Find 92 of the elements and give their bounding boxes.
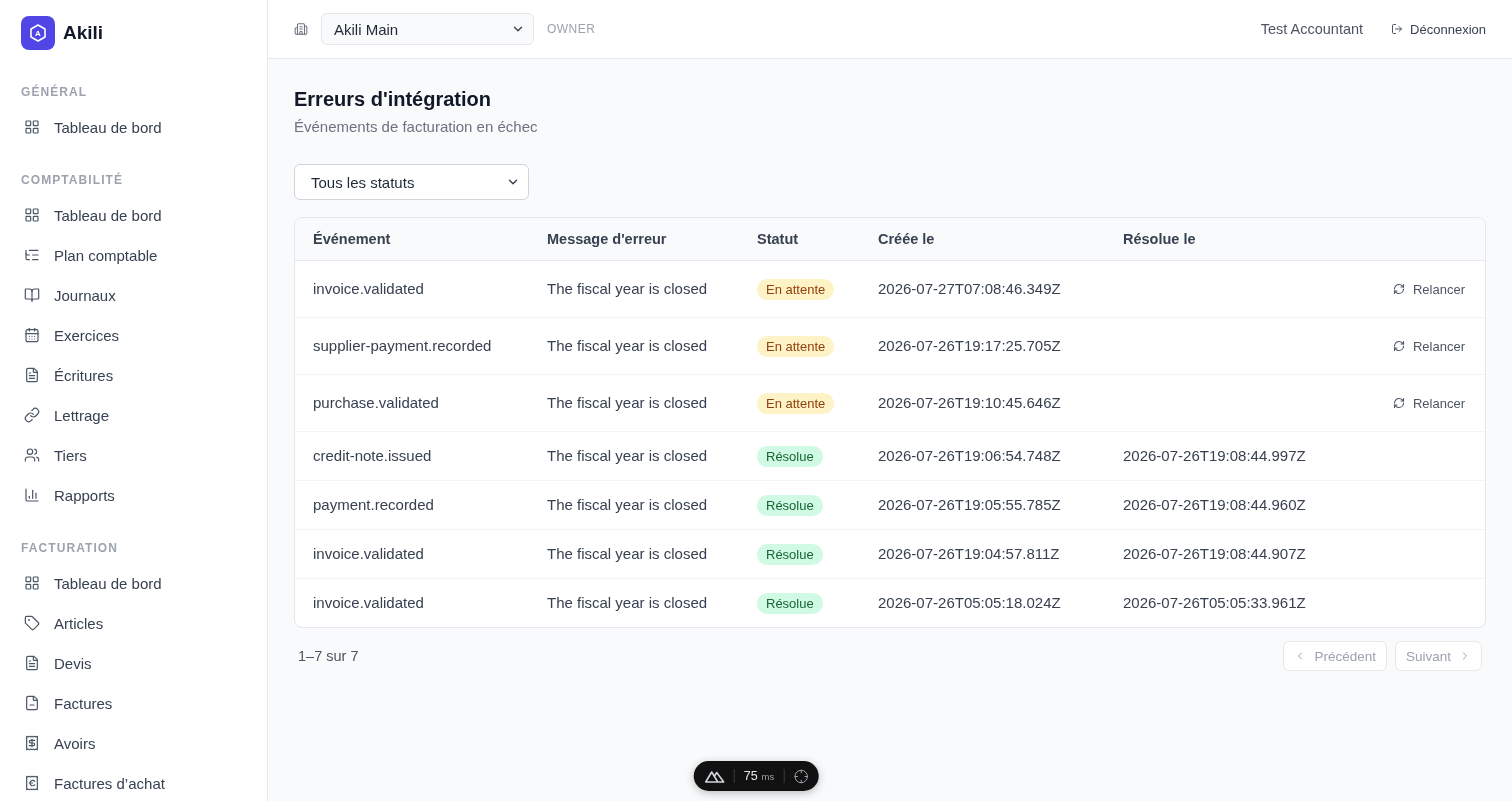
app-name: Akili <box>63 22 104 44</box>
section-heading: GÉNÉRAL <box>20 84 89 100</box>
page-title: Erreurs d'intégration <box>294 87 492 112</box>
table-cell-text: 2026-07-26T19:17:25.705Z <box>877 336 1062 356</box>
refresh-icon <box>1392 397 1405 409</box>
status-badge: En attente <box>757 278 835 300</box>
refresh-icon <box>1392 340 1405 352</box>
table-cell-text: supplier-payment.recorded <box>312 336 493 356</box>
bar-chart-icon <box>24 487 40 503</box>
section-heading: FACTURATION <box>20 540 119 556</box>
table-cell-text: 2026-07-27T07:08:46.349Z <box>877 279 1062 299</box>
table-cell-text: invoice.validated <box>312 544 425 564</box>
table-cell-text: 2026-07-26T05:05:18.024Z <box>877 593 1062 613</box>
euro-receipt-icon <box>24 775 40 791</box>
role-label: OWNER <box>547 22 596 36</box>
sidebar-link[interactable]: Avoirs <box>12 723 255 763</box>
status-badge: Résolue <box>757 592 823 614</box>
sidebar-link[interactable]: Tableau de bord <box>12 563 255 603</box>
timing-value: 75 <box>743 769 758 783</box>
retry-button[interactable]: Relancer <box>1382 330 1475 362</box>
sidebar-link[interactable]: Tiers <box>12 435 255 475</box>
sidebar-link[interactable]: Devis <box>12 643 255 683</box>
sidebar-link[interactable]: Journaux <box>12 275 255 315</box>
column-header: Résolue le <box>1122 231 1197 247</box>
calendar-icon <box>24 327 40 343</box>
table-cell-text: The fiscal year is closed <box>546 279 709 299</box>
column-header: Événement <box>312 231 392 247</box>
book-icon <box>24 287 40 303</box>
table-cell-text: 2026-07-26T19:10:45.646Z <box>877 393 1062 413</box>
building-icon <box>294 22 308 36</box>
sidebar-link[interactable]: Exercices <box>12 315 255 355</box>
status-badge: Résolue <box>757 494 823 516</box>
page-subtitle: Événements de facturation en échec <box>294 117 539 137</box>
sidebar-link[interactable]: Factures d’achat <box>12 763 255 801</box>
app-logo: A <box>21 16 55 50</box>
table-cell-text: payment.recorded <box>312 495 435 515</box>
document-icon <box>24 655 40 671</box>
status-badge: Résolue <box>757 445 823 467</box>
table-cell-text: The fiscal year is closed <box>546 495 709 515</box>
document-icon <box>24 367 40 383</box>
refresh-icon <box>1392 283 1405 295</box>
table-cell-text: The fiscal year is closed <box>546 446 709 466</box>
sidebar-link[interactable]: Factures <box>12 683 255 723</box>
table-cell-text: invoice.validated <box>312 279 425 299</box>
table-cell-text: invoice.validated <box>312 593 425 613</box>
table-cell-text: 2026-07-26T19:05:55.785Z <box>877 495 1062 515</box>
mountain-logo-icon <box>704 769 725 783</box>
table-cell-text: 2026-07-26T19:08:44.997Z <box>1122 446 1307 466</box>
receipt-icon <box>24 735 40 751</box>
table-cell-text: 2026-07-26T19:06:54.748Z <box>877 446 1062 466</box>
company-select[interactable]: Akili Main <box>321 13 534 45</box>
logout-icon <box>1391 23 1404 35</box>
retry-button[interactable]: Relancer <box>1382 387 1475 419</box>
sidebar-link[interactable]: Plan comptable <box>12 235 255 275</box>
sidebar-link[interactable]: Rapports <box>12 475 255 515</box>
pagination-summary: 1–7 sur 7 <box>298 648 359 664</box>
section-heading: COMPTABILITÉ <box>20 172 125 188</box>
table-cell-text: The fiscal year is closed <box>546 393 709 413</box>
grid-icon <box>24 575 40 591</box>
sidebar-link[interactable]: Lettrage <box>12 395 255 435</box>
link-icon <box>24 407 40 423</box>
table-cell-text: 2026-07-26T19:08:44.960Z <box>1122 495 1307 515</box>
sidebar-link[interactable]: Écritures <box>12 355 255 395</box>
status-badge: Résolue <box>757 543 823 565</box>
sidebar-link[interactable]: Articles <box>12 603 255 643</box>
column-header: Statut <box>756 231 800 247</box>
table-cell-text: 2026-07-26T05:05:33.961Z <box>1122 593 1307 613</box>
table-cell-text: The fiscal year is closed <box>546 544 709 564</box>
grid-icon <box>24 207 40 223</box>
table-cell-text: 2026-07-26T19:08:44.907Z <box>1122 544 1307 564</box>
retry-button[interactable]: Relancer <box>1382 273 1475 305</box>
status-filter-select[interactable]: Tous les statuts <box>294 164 529 200</box>
column-header: Créée le <box>877 231 936 247</box>
logout-button[interactable]: Déconnexion <box>1381 15 1496 43</box>
table-cell-text: The fiscal year is closed <box>546 336 709 356</box>
table-cell-text: purchase.validated <box>312 393 440 413</box>
table-cell-text: 2026-07-26T19:04:57.811Z <box>877 544 1061 564</box>
table-cell-text: The fiscal year is closed <box>546 593 709 613</box>
column-header: Message d'erreur <box>546 231 668 247</box>
status-badge: En attente <box>757 392 835 414</box>
sidebar-link[interactable]: Tableau de bord <box>12 195 255 235</box>
table-cell-text: credit-note.issued <box>312 446 433 466</box>
sidebar-link[interactable]: Tableau de bord <box>12 107 255 147</box>
user-name: Test Accountant <box>1260 21 1364 37</box>
list-tree-icon <box>24 247 40 263</box>
target-icon[interactable] <box>793 768 809 784</box>
status-badge: En attente <box>757 335 835 357</box>
timing-unit: ms <box>761 770 775 782</box>
document-icon <box>24 695 40 711</box>
grid-icon <box>24 119 40 135</box>
tag-icon <box>24 615 40 631</box>
users-icon <box>24 447 40 463</box>
